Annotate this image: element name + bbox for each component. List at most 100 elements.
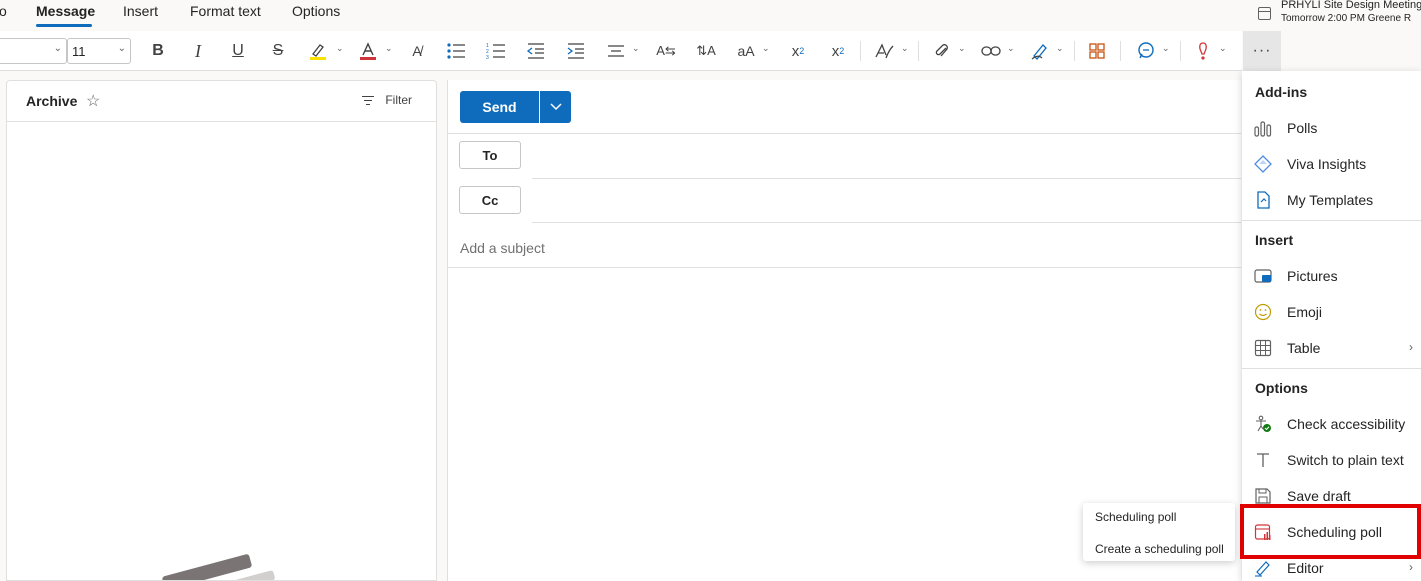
divider bbox=[532, 222, 1241, 223]
chevron-down-icon[interactable]: ⌄ bbox=[958, 43, 966, 54]
menu-item-my-templates[interactable]: My Templates bbox=[1242, 184, 1421, 216]
chevron-down-icon: ⌄ bbox=[53, 43, 62, 54]
superscript-icon[interactable]: x2 bbox=[826, 39, 850, 63]
more-options-button[interactable]: ··· bbox=[1243, 31, 1281, 71]
numbering-icon[interactable]: 123 bbox=[484, 39, 508, 63]
subject-input[interactable] bbox=[460, 238, 1220, 258]
chevron-right-icon: › bbox=[1409, 340, 1413, 354]
send-options-button[interactable] bbox=[540, 91, 571, 123]
plain-text-icon bbox=[1257, 453, 1269, 467]
divider bbox=[7, 121, 436, 122]
flyout-item-create-scheduling-poll[interactable]: Create a scheduling poll bbox=[1095, 542, 1224, 556]
tab-format-text[interactable]: Format text bbox=[190, 3, 261, 19]
font-color-icon[interactable] bbox=[356, 39, 380, 63]
tab-partial[interactable]: o bbox=[0, 3, 7, 19]
cc-button[interactable]: Cc bbox=[459, 186, 521, 214]
chevron-down-icon[interactable]: ⌄ bbox=[336, 43, 344, 54]
menu-item-save-draft[interactable]: Save draft bbox=[1242, 480, 1421, 512]
attach-icon[interactable] bbox=[930, 39, 954, 63]
upcoming-meeting[interactable]: PRHYLI Site Design Meeting Tomorrow 2:00… bbox=[1258, 0, 1421, 30]
filter-button[interactable]: Filter bbox=[385, 93, 412, 107]
chevron-down-icon[interactable]: ⌄ bbox=[385, 43, 393, 54]
chevron-down-icon: ⌄ bbox=[117, 43, 126, 54]
menu-item-emoji[interactable]: Emoji bbox=[1242, 296, 1421, 328]
menu-item-scheduling-poll[interactable]: Scheduling poll bbox=[1242, 516, 1421, 548]
accessibility-icon bbox=[1256, 415, 1271, 432]
chevron-down-icon[interactable]: ⌄ bbox=[1007, 43, 1015, 54]
menu-item-editor[interactable]: Editor › bbox=[1242, 552, 1421, 581]
toolbar-separator bbox=[860, 41, 861, 61]
signature-icon[interactable] bbox=[1028, 39, 1052, 63]
tab-insert[interactable]: Insert bbox=[123, 3, 158, 19]
bullets-icon[interactable] bbox=[444, 39, 468, 63]
chevron-down-icon[interactable]: ⌄ bbox=[901, 43, 909, 54]
apps-icon[interactable] bbox=[1085, 39, 1109, 63]
font-family-dropdown[interactable]: ⌄ bbox=[0, 38, 67, 64]
decrease-indent-icon[interactable] bbox=[524, 39, 548, 63]
ribbon-tabs: o Message Insert Format text Options bbox=[0, 0, 1240, 30]
menu-item-viva-insights[interactable]: Viva Insights bbox=[1242, 148, 1421, 180]
line-spacing-icon[interactable]: ⇅A bbox=[694, 39, 718, 63]
strikethrough-icon[interactable]: S bbox=[266, 39, 290, 63]
more-options-menu: Add-ins Polls Viva Insights My Templates… bbox=[1242, 71, 1421, 581]
font-size-dropdown[interactable]: 11 ⌄ bbox=[67, 38, 131, 64]
copilot-icon[interactable] bbox=[1134, 39, 1158, 63]
styles-icon[interactable] bbox=[872, 39, 896, 63]
menu-item-check-accessibility[interactable]: Check accessibility bbox=[1242, 408, 1421, 440]
divider bbox=[448, 267, 1241, 268]
toolbar-separator bbox=[1180, 41, 1181, 61]
emoji-icon bbox=[1254, 303, 1272, 321]
menu-item-table[interactable]: Table › bbox=[1242, 332, 1421, 364]
font-size-value: 11 bbox=[72, 44, 86, 59]
italic-icon[interactable]: I bbox=[186, 39, 210, 63]
menu-separator bbox=[1242, 368, 1421, 369]
chevron-down-icon[interactable]: ⌄ bbox=[1162, 43, 1170, 54]
menu-heading-insert: Insert bbox=[1255, 232, 1294, 248]
menu-item-pictures[interactable]: Pictures bbox=[1242, 260, 1421, 292]
toolbar-separator bbox=[1074, 41, 1075, 61]
chevron-down-icon[interactable]: ⌄ bbox=[762, 43, 770, 54]
menu-heading-add-ins: Add-ins bbox=[1255, 84, 1308, 100]
bold-icon[interactable]: B bbox=[146, 39, 170, 63]
highlighter-icon[interactable] bbox=[306, 39, 330, 63]
folder-pane: Archive ☆ Filter bbox=[6, 80, 437, 581]
chevron-down-icon[interactable]: ⌄ bbox=[632, 43, 640, 54]
flyout-item-scheduling-poll[interactable]: Scheduling poll bbox=[1095, 510, 1176, 524]
chevron-down-icon bbox=[549, 103, 562, 111]
underline-icon[interactable]: U bbox=[226, 39, 250, 63]
menu-item-polls[interactable]: Polls bbox=[1242, 112, 1421, 144]
send-button[interactable]: Send bbox=[460, 91, 539, 123]
tab-options[interactable]: Options bbox=[292, 3, 340, 19]
table-icon bbox=[1254, 339, 1272, 357]
chevron-right-icon: › bbox=[1409, 560, 1413, 574]
active-tab-indicator bbox=[36, 24, 92, 27]
toolbar-separator bbox=[918, 41, 919, 61]
calendar-icon bbox=[1258, 7, 1271, 20]
chevron-down-icon[interactable]: ⌄ bbox=[1056, 43, 1064, 54]
importance-icon[interactable] bbox=[1191, 39, 1215, 63]
change-case-icon[interactable]: aA bbox=[734, 39, 758, 63]
tab-message[interactable]: Message bbox=[36, 3, 95, 19]
divider bbox=[448, 133, 1241, 134]
svg-text:3: 3 bbox=[486, 55, 489, 60]
filter-icon[interactable] bbox=[362, 96, 374, 106]
outlook-compose-window: o Message Insert Format text Options PRH… bbox=[0, 0, 1421, 581]
templates-icon bbox=[1257, 191, 1270, 209]
align-icon[interactable] bbox=[604, 39, 628, 63]
empty-state-illustration bbox=[161, 553, 253, 580]
divider bbox=[532, 178, 1241, 179]
to-button[interactable]: To bbox=[459, 141, 521, 169]
text-direction-icon[interactable]: A⇆ bbox=[654, 39, 678, 63]
viva-insights-icon bbox=[1254, 155, 1272, 173]
scheduling-poll-flyout: Scheduling poll Create a scheduling poll bbox=[1083, 503, 1235, 561]
chevron-down-icon[interactable]: ⌄ bbox=[1219, 43, 1227, 54]
link-icon[interactable] bbox=[979, 39, 1003, 63]
star-icon[interactable]: ☆ bbox=[86, 91, 100, 111]
pictures-icon bbox=[1254, 269, 1272, 283]
clear-formatting-icon[interactable]: A̸ bbox=[405, 39, 429, 63]
folder-title: Archive bbox=[26, 93, 78, 109]
subscript-icon[interactable]: x2 bbox=[786, 39, 810, 63]
menu-item-switch-to-plain-text[interactable]: Switch to plain text bbox=[1242, 444, 1421, 476]
increase-indent-icon[interactable] bbox=[564, 39, 588, 63]
menu-separator bbox=[1242, 220, 1421, 221]
